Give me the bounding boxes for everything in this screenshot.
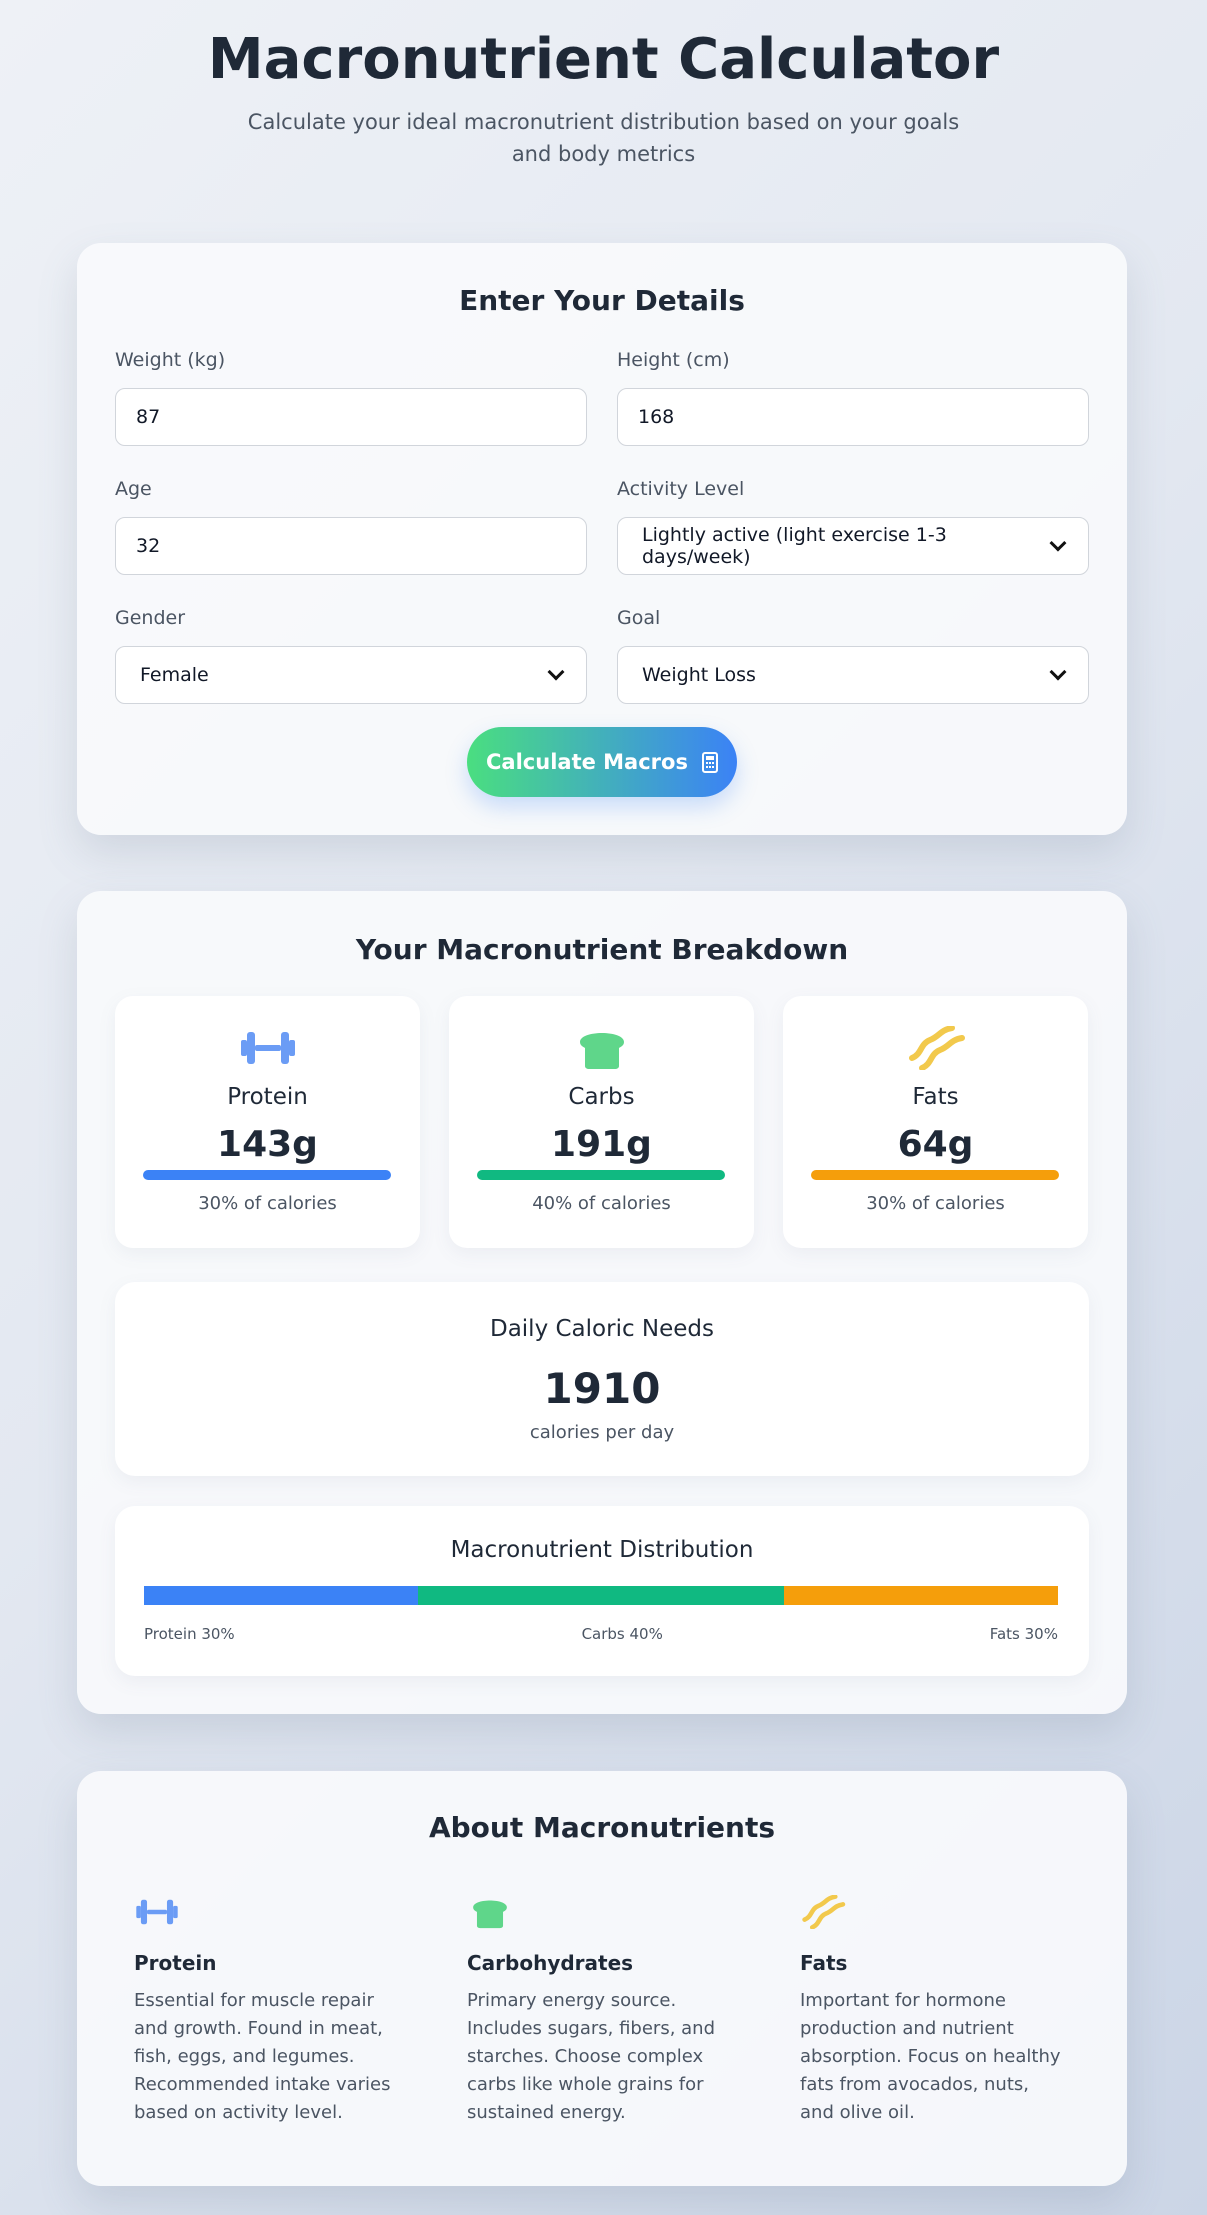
- goal-label: Goal: [617, 607, 661, 629]
- about-item-description: Essential for muscle repair and growth. …: [134, 1990, 391, 2123]
- about-item-fats: Fats Important for hormone production an…: [800, 1895, 1133, 2127]
- about-item-description: Primary energy source. Includes sugars, …: [467, 1990, 716, 2123]
- age-field: Age 32: [115, 478, 587, 575]
- gender-field: Gender Female: [115, 607, 587, 704]
- fats-grams: 64g: [897, 1124, 974, 1165]
- distribution-bar: [144, 1586, 1058, 1605]
- about-item-name: Protein: [134, 1951, 217, 1975]
- gender-value: Female: [140, 664, 209, 686]
- goal-field: Goal Weight Loss: [617, 607, 1089, 704]
- calculator-icon: [701, 751, 718, 773]
- distribution-segment-protein: [144, 1586, 419, 1605]
- bacon-icon: [908, 1026, 965, 1070]
- about-item-description: Important for hormone production and nut…: [800, 1990, 1061, 2123]
- calories-value: 1910: [543, 1364, 661, 1413]
- distribution-card: Macronutrient Distribution Protein 30% C…: [115, 1506, 1089, 1676]
- calories-title: Daily Caloric Needs: [489, 1316, 714, 1342]
- age-label: Age: [115, 478, 152, 500]
- about-grid: Protein Essential for muscle repair and …: [134, 1895, 1133, 2127]
- results-card: Your Macronutrient Breakdown Protein 143…: [77, 891, 1127, 1714]
- activity-label: Activity Level: [617, 478, 745, 500]
- calculate-button-label: Calculate Macros: [486, 750, 688, 774]
- distribution-segment-fats: [783, 1586, 1058, 1605]
- protein-name: Protein: [227, 1084, 308, 1110]
- height-value: 168: [638, 406, 675, 428]
- weight-value: 87: [136, 406, 161, 428]
- carbs-card: Carbs 191g 40% of calories: [449, 996, 754, 1248]
- age-input[interactable]: 32: [115, 517, 587, 575]
- height-field: Height (cm) 168: [617, 349, 1089, 446]
- activity-field: Activity Level Lightly active (light exe…: [617, 478, 1089, 575]
- protein-percent: 30% of calories: [198, 1193, 337, 1214]
- height-input[interactable]: 168: [617, 388, 1089, 446]
- daily-calories-card: Daily Caloric Needs 1910 calories per da…: [115, 1282, 1089, 1476]
- dumbbell-icon: [240, 1032, 295, 1064]
- bacon-icon: [802, 1895, 846, 1929]
- goal-value: Weight Loss: [642, 664, 756, 686]
- carbs-grams: 191g: [551, 1124, 652, 1165]
- activity-value: Lightly active (light exercise 1-3 days/…: [642, 524, 947, 568]
- fats-name: Fats: [912, 1084, 959, 1110]
- age-value: 32: [136, 535, 161, 557]
- height-label: Height (cm): [617, 349, 730, 371]
- calculate-macros-button[interactable]: Calculate Macros: [467, 727, 737, 797]
- chevron-down-icon: [1049, 534, 1067, 552]
- carbs-name: Carbs: [568, 1084, 635, 1110]
- weight-input[interactable]: 87: [115, 388, 587, 446]
- distribution-segment-carbs: [418, 1586, 784, 1605]
- bread-icon: [579, 1033, 624, 1069]
- activity-select[interactable]: Lightly active (light exercise 1-3 days/…: [617, 517, 1089, 575]
- about-title: About Macronutrients: [428, 1811, 776, 1844]
- dumbbell-icon: [136, 1899, 178, 1925]
- chevron-down-icon: [1049, 663, 1067, 681]
- about-item-protein: Protein Essential for muscle repair and …: [134, 1895, 467, 2127]
- form-grid: Weight (kg) 87 Height (cm) 168 Age 32 Ac…: [115, 349, 1089, 704]
- fats-card: Fats 64g 30% of calories: [783, 996, 1088, 1248]
- chevron-down-icon: [547, 663, 565, 681]
- carbs-bar: [477, 1170, 725, 1180]
- distribution-label-protein: Protein 30%: [144, 1625, 235, 1643]
- fats-bar: [811, 1170, 1059, 1180]
- about-item-carbohydrates: Carbohydrates Primary energy source. Inc…: [467, 1895, 800, 2127]
- gender-select[interactable]: Female: [115, 646, 587, 704]
- distribution-label-fats: Fats 30%: [989, 1625, 1058, 1643]
- calories-unit: calories per day: [529, 1422, 675, 1443]
- macro-cards: Protein 143g 30% of calories Carbs 191g …: [115, 996, 1088, 1248]
- distribution-title: Macronutrient Distribution: [450, 1537, 754, 1563]
- results-title: Your Macronutrient Breakdown: [355, 933, 849, 966]
- distribution-label-carbs: Carbs 40%: [581, 1625, 663, 1643]
- goal-select[interactable]: Weight Loss: [617, 646, 1089, 704]
- distribution-labels: Protein 30% Carbs 40% Fats 30%: [144, 1625, 1058, 1643]
- protein-grams: 143g: [217, 1124, 318, 1165]
- protein-card: Protein 143g 30% of calories: [115, 996, 420, 1248]
- page-header: Macronutrient Calculator Calculate your …: [0, 0, 1207, 194]
- weight-label: Weight (kg): [115, 349, 226, 371]
- about-item-name: Fats: [800, 1951, 848, 1975]
- details-form-card: Enter Your Details Weight (kg) 87 Height…: [77, 243, 1127, 835]
- bread-icon: [473, 1900, 507, 1929]
- page-subtitle: Calculate your ideal macronutrient distr…: [247, 110, 960, 166]
- carbs-percent: 40% of calories: [532, 1193, 671, 1214]
- gender-label: Gender: [115, 607, 186, 629]
- page-title: Macronutrient Calculator: [207, 27, 1000, 92]
- protein-bar: [143, 1170, 391, 1180]
- about-item-name: Carbohydrates: [467, 1951, 634, 1975]
- form-title: Enter Your Details: [459, 284, 745, 317]
- about-card: About Macronutrients Protein Essential f…: [77, 1771, 1127, 2186]
- weight-field: Weight (kg) 87: [115, 349, 587, 446]
- fats-percent: 30% of calories: [866, 1193, 1005, 1214]
